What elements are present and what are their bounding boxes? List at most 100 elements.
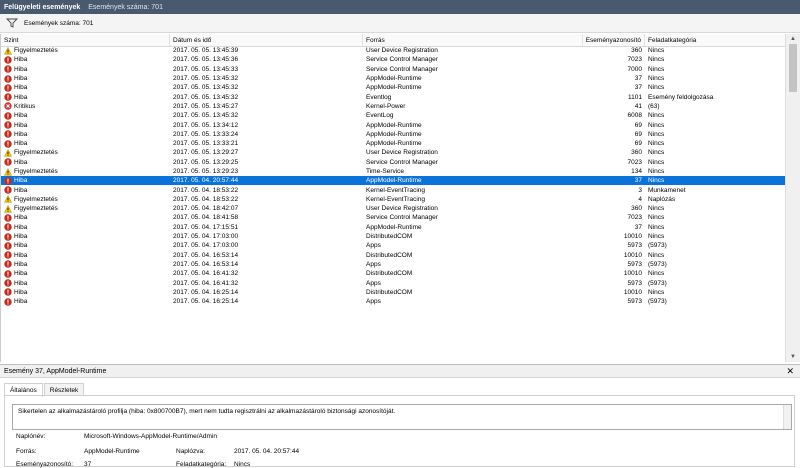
filter-icon[interactable] — [6, 18, 18, 28]
table-body: Figyelmeztetés 2017. 05. 05. 13:45:39 User… — [1, 46, 785, 306]
cell-date: 2017. 05. 04. 16:53:14 — [173, 260, 239, 268]
level-text: Figyelmeztetés — [14, 195, 58, 203]
source-value: AppModel-Runtime — [84, 448, 140, 455]
event-message-box[interactable]: Sikertelen az alkalmazástároló profilja … — [12, 404, 792, 430]
table-row[interactable]: Hiba 2017. 05. 04. 20:57:44 AppModel-Runti… — [1, 176, 785, 186]
error-icon — [4, 74, 12, 83]
cell-category: (5973) — [648, 279, 667, 287]
table-row[interactable]: Figyelmeztetés 2017. 05. 05. 13:29:23 Time… — [1, 167, 785, 176]
table-row[interactable]: Hiba 2017. 05. 04. 16:25:14 DistributedCOM… — [1, 288, 785, 297]
table-row[interactable]: Hiba 2017. 05. 05. 13:45:32 AppModel-Runti… — [1, 83, 785, 92]
cell-date: 2017. 05. 05. 13:33:21 — [173, 140, 239, 148]
table-row[interactable]: Hiba 2017. 05. 04. 17:15:51 AppModel-Runti… — [1, 223, 785, 232]
level-text: Hiba — [14, 112, 28, 120]
table-row[interactable]: Hiba 2017. 05. 04. 18:53:22 Kernel-EventTr… — [1, 185, 785, 194]
scroll-up-icon[interactable]: ▲ — [786, 34, 800, 44]
column-header-level[interactable]: Szint — [1, 34, 170, 46]
level-text: Hiba — [14, 233, 28, 241]
column-header-date[interactable]: Dátum és idő — [170, 34, 363, 46]
cell-level: Hiba — [1, 83, 170, 92]
cell-category: Nincs — [648, 149, 665, 157]
message-scrollbar[interactable] — [783, 405, 791, 429]
cell-source: Service Control Manager — [366, 214, 438, 222]
table-row[interactable]: Hiba 2017. 05. 04. 16:41:32 Apps 5973 (5973) — [1, 278, 785, 287]
cell-source: Apps — [366, 279, 381, 287]
table-scrollbar[interactable]: ▲ ▼ — [785, 34, 800, 362]
table-row[interactable]: Hiba 2017. 05. 04. 17:03:00 Apps 5973 (5973) — [1, 241, 785, 250]
close-icon[interactable]: ✕ — [786, 366, 794, 377]
cell-level: Hiba — [1, 241, 170, 250]
cell-level: Figyelmeztetés — [1, 148, 170, 157]
cell-source: AppModel-Runtime — [366, 75, 422, 83]
table-row[interactable]: Figyelmeztetés 2017. 05. 05. 13:29:27 User… — [1, 148, 785, 157]
table-row[interactable]: Hiba 2017. 05. 04. 17:03:00 DistributedCOM… — [1, 232, 785, 241]
cell-category: Nincs — [648, 56, 665, 64]
error-icon — [4, 242, 12, 250]
table-row[interactable]: Hiba 2017. 05. 04. 18:41:58 Service Contro… — [1, 213, 785, 222]
level-text: Hiba — [14, 93, 28, 101]
table-row[interactable]: Hiba 2017. 05. 04. 16:25:14 Apps 5973 (5973) — [1, 297, 785, 306]
cell-source: EventLog — [366, 112, 394, 120]
table-row[interactable]: Hiba 2017. 05. 05. 13:45:33 Service Contro… — [1, 65, 785, 74]
cell-event-id: 5973 — [627, 242, 642, 250]
cell-source: Kernel-EventTracing — [366, 195, 426, 203]
column-header-event-id[interactable]: Eseményazonosító — [583, 34, 645, 46]
level-text: Hiba — [14, 223, 28, 231]
table-row[interactable]: Kritikus 2017. 05. 05. 13:45:27 Kernel-Pow… — [1, 102, 785, 111]
log-name-label: Naplónév: — [16, 433, 46, 440]
error-icon — [4, 270, 12, 278]
cell-date: 2017. 05. 04. 18:41:58 — [173, 214, 239, 222]
level-text: Hiba — [14, 298, 28, 306]
table-row[interactable]: Hiba 2017. 05. 05. 13:45:36 Service Contro… — [1, 55, 785, 64]
table-row[interactable]: Figyelmeztetés 2017. 05. 04. 18:53:22 Kern… — [1, 195, 785, 204]
table-row[interactable]: Hiba 2017. 05. 05. 13:45:32 AppModel-Runti… — [1, 74, 785, 83]
cell-category: Nincs — [648, 121, 665, 129]
level-text: Hiba — [14, 251, 28, 259]
error-icon — [4, 121, 12, 129]
cell-date: 2017. 05. 05. 13:45:27 — [173, 102, 239, 110]
cell-source: Apps — [366, 260, 381, 268]
table-row[interactable]: Hiba 2017. 05. 05. 13:29:25 Service Contro… — [1, 158, 785, 167]
cell-event-id: 10010 — [623, 288, 642, 296]
table-row[interactable]: Hiba 2017. 05. 05. 13:34:12 AppModel-Runti… — [1, 120, 785, 129]
cell-date: 2017. 05. 04. 17:03:00 — [173, 233, 239, 241]
cell-event-id: 37 — [634, 75, 642, 83]
cell-level: Hiba — [1, 288, 170, 297]
table-row[interactable]: Hiba 2017. 05. 05. 13:45:32 Eventlog 1101 Es… — [1, 92, 785, 101]
filter-bar: Események száma: 701 — [0, 14, 800, 33]
error-icon — [4, 223, 12, 231]
level-text: Hiba — [14, 130, 28, 138]
scroll-thumb[interactable] — [789, 44, 797, 92]
cell-source: DistributedCOM — [366, 251, 413, 259]
cell-date: 2017. 05. 05. 13:45:32 — [173, 84, 239, 92]
error-icon — [4, 56, 12, 64]
table-row[interactable]: Hiba 2017. 05. 04. 16:53:14 DistributedCOM… — [1, 251, 785, 260]
cell-source: DistributedCOM — [366, 233, 413, 241]
error-icon — [4, 65, 12, 73]
cell-source: DistributedCOM — [366, 288, 413, 296]
error-icon — [4, 93, 12, 101]
cell-event-id: 7023 — [627, 214, 642, 222]
table-row[interactable]: Hiba 2017. 05. 04. 16:53:14 Apps 5973 (5973) — [1, 260, 785, 269]
cell-date: 2017. 05. 04. 16:41:32 — [173, 270, 239, 278]
error-icon — [4, 297, 12, 306]
table-row[interactable]: Hiba 2017. 05. 05. 13:45:32 EventLog 6008 Ni… — [1, 111, 785, 120]
error-icon — [4, 251, 12, 259]
scroll-down-icon[interactable]: ▼ — [786, 352, 800, 362]
table-row[interactable]: Figyelmeztetés 2017. 05. 05. 13:45:39 User… — [1, 46, 785, 55]
table-row[interactable]: Hiba 2017. 05. 04. 16:41:32 DistributedCOM… — [1, 269, 785, 278]
cell-event-id: 41 — [634, 102, 642, 110]
table-row[interactable]: Figyelmeztetés 2017. 05. 04. 18:42:07 User… — [1, 204, 785, 213]
cell-category: Munkamenet — [648, 186, 686, 194]
table-row[interactable]: Hiba 2017. 05. 05. 13:33:21 AppModel-Runti… — [1, 139, 785, 148]
cell-level: Hiba — [1, 130, 170, 139]
column-header-source[interactable]: Forrás — [363, 34, 583, 46]
column-header-category[interactable]: Feladatkategória — [645, 34, 785, 46]
cell-source: AppModel-Runtime — [366, 121, 422, 129]
table-row[interactable]: Hiba 2017. 05. 05. 13:33:24 AppModel-Runti… — [1, 130, 785, 139]
cell-category: (63) — [648, 102, 660, 110]
cell-source: AppModel-Runtime — [366, 140, 422, 148]
cell-level: Hiba — [1, 297, 170, 306]
cell-date: 2017. 05. 04. 16:25:14 — [173, 298, 239, 306]
cell-category: Nincs — [648, 75, 665, 83]
